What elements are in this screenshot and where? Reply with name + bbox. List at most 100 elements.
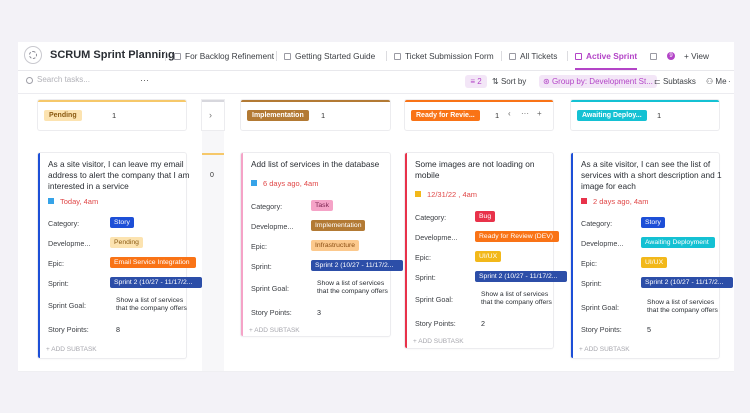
add-task-button[interactable]: +	[537, 109, 542, 118]
field-label: Story Points:	[48, 325, 89, 334]
add-view-button[interactable]: + View	[684, 51, 709, 61]
field-label: Category:	[415, 213, 447, 222]
add-subtask-button[interactable]: + ADD SUBTASK	[46, 346, 97, 353]
collapsed-column-header[interactable]: ›	[202, 100, 224, 130]
field-label: Epic:	[581, 259, 597, 268]
column-count: 1	[112, 111, 117, 120]
add-subtask-button[interactable]: + ADD SUBTASK	[249, 327, 300, 334]
search-options-button[interactable]: ···	[140, 75, 149, 85]
app-frame: SCRUM Sprint Planning For Backlog Refine…	[18, 42, 734, 372]
column-count: 1	[657, 111, 662, 120]
divider	[276, 51, 277, 61]
task-title[interactable]: As a site visitor, I can see the list of…	[581, 159, 726, 192]
task-card[interactable]: As a site visitor, I can leave my email …	[38, 153, 202, 358]
story-points-value[interactable]: 3	[317, 308, 321, 317]
sprint-pill[interactable]: Sprint 2 (10/27 - 11/17/2...	[641, 277, 733, 288]
list-icon	[174, 53, 181, 60]
collapsed-column-accent	[202, 153, 224, 155]
epic-pill[interactable]: UI/UX	[475, 251, 502, 262]
tab-getting-started[interactable]: Getting Started Guide	[284, 51, 375, 61]
category-pill[interactable]: Story	[110, 217, 134, 228]
category-pill[interactable]: Story	[641, 217, 665, 228]
development-status-pill[interactable]: Implementation	[311, 220, 366, 231]
column-header-awaiting-deployment: Awaiting Deploy... 1	[571, 100, 719, 130]
due-date[interactable]: Today, 4am	[48, 197, 98, 206]
field-label: Sprint:	[415, 273, 436, 282]
development-status-pill[interactable]: Pending	[110, 237, 143, 248]
story-points-value[interactable]: 8	[116, 325, 120, 334]
epic-pill[interactable]: Infrastructure	[311, 240, 360, 251]
sprint-goal-text[interactable]: Show a list of services that the company…	[116, 297, 196, 313]
epic-pill[interactable]: Email Service Integration	[110, 257, 196, 268]
task-title[interactable]: As a site visitor, I can leave my email …	[48, 159, 193, 192]
due-date[interactable]: 12/31/22 , 4am	[415, 190, 477, 199]
field-label: Epic:	[251, 242, 267, 251]
flag-icon	[415, 191, 421, 197]
due-date[interactable]: 6 days ago, 4am	[251, 179, 318, 188]
epic-pill[interactable]: UI/UX	[641, 257, 668, 268]
column-header-pending: Pending 1	[38, 100, 186, 130]
group-icon: ⊛	[543, 77, 552, 86]
field-label: Developme...	[48, 239, 91, 248]
task-title[interactable]: Add list of services in the database	[251, 159, 396, 170]
story-points-value[interactable]: 2	[481, 319, 485, 328]
field-label: Category:	[581, 219, 613, 228]
board-bottom-edge	[18, 371, 734, 372]
column-more-button[interactable]: ···	[521, 109, 529, 118]
subtasks-icon: ⊏	[654, 77, 663, 86]
task-title[interactable]: Some images are not loading on mobile	[415, 159, 540, 181]
search-input[interactable]	[37, 75, 137, 84]
toolbar: ··· ≡ 2 ⇅ Sort by ⊛ Group by: Developmen…	[18, 71, 734, 94]
column-count: 1	[495, 111, 500, 120]
chevron-right-icon[interactable]: ›	[209, 110, 212, 120]
column-header-implementation: Implementation 1	[241, 100, 390, 130]
task-card[interactable]: As a site visitor, I can see the list of…	[571, 153, 733, 358]
field-label: Epic:	[48, 259, 64, 268]
column-status-pill[interactable]: Pending	[44, 110, 82, 121]
add-subtask-button[interactable]: + ADD SUBTASK	[579, 346, 630, 353]
field-label: Sprint Goal:	[48, 301, 86, 310]
task-card[interactable]: Add list of services in the database 6 d…	[241, 153, 403, 336]
field-label: Story Points:	[251, 308, 292, 317]
divider	[386, 51, 387, 61]
column-status-pill[interactable]: Implementation	[247, 110, 309, 121]
sprint-goal-text[interactable]: Show a list of services that the company…	[481, 291, 561, 307]
column-status-pill[interactable]: Ready for Revie...	[411, 110, 480, 121]
column-status-pill[interactable]: Awaiting Deploy...	[577, 110, 647, 121]
add-subtask-button[interactable]: + ADD SUBTASK	[413, 338, 464, 345]
field-label: Category:	[251, 202, 283, 211]
space-logo-icon[interactable]	[24, 46, 42, 64]
tab-ticket-form[interactable]: Ticket Submission Form	[394, 51, 494, 61]
sprint-goal-text[interactable]: Show a list of services that the company…	[317, 280, 397, 296]
due-date[interactable]: 2 days ago, 4am	[581, 197, 648, 206]
divider	[567, 51, 568, 61]
field-label: Developme...	[581, 239, 624, 248]
tab-backlog-refinement[interactable]: For Backlog Refinement	[174, 51, 274, 61]
development-status-pill[interactable]: Awaiting Deployment	[641, 237, 715, 248]
divider	[165, 51, 166, 61]
category-pill[interactable]: Bug	[475, 211, 496, 222]
tab-active-sprint[interactable]: Active Sprint	[575, 51, 637, 61]
field-label: Sprint:	[581, 279, 602, 288]
task-card[interactable]: Some images are not loading on mobile 12…	[405, 153, 567, 348]
development-status-pill[interactable]: Ready for Review (DEV)	[475, 231, 559, 242]
me-filter-button[interactable]: ⚇ Me	[706, 77, 727, 86]
sprint-goal-text[interactable]: Show a list of services that the company…	[647, 299, 727, 315]
category-pill[interactable]: Task	[311, 200, 333, 211]
filter-button[interactable]: ≡ 2	[465, 75, 487, 88]
page-title: SCRUM Sprint Planning	[50, 49, 175, 61]
sprint-pill[interactable]: Sprint 2 (10/27 - 11/17/2...	[311, 260, 403, 271]
sort-button[interactable]: ⇅ Sort by	[492, 77, 526, 86]
field-label: Epic:	[415, 253, 431, 262]
sprint-pill[interactable]: Sprint 2 (10/27 - 11/17/2...	[475, 271, 567, 282]
collapse-column-button[interactable]: ‹	[508, 109, 511, 118]
more-views-icon[interactable]	[650, 51, 661, 61]
group-by-button[interactable]: ⊛ Group by: Development St...	[539, 75, 657, 88]
tab-all-tickets[interactable]: All Tickets	[509, 51, 557, 61]
story-points-value[interactable]: 5	[647, 325, 651, 334]
toolbar-overflow-button[interactable]: ·	[728, 77, 731, 86]
subtasks-button[interactable]: ⊏ Subtasks	[654, 77, 696, 86]
more-count-badge[interactable]: 9	[667, 52, 675, 60]
sprint-pill[interactable]: Sprint 2 (10/27 - 11/17/2...	[110, 277, 202, 288]
list-icon	[509, 53, 516, 60]
